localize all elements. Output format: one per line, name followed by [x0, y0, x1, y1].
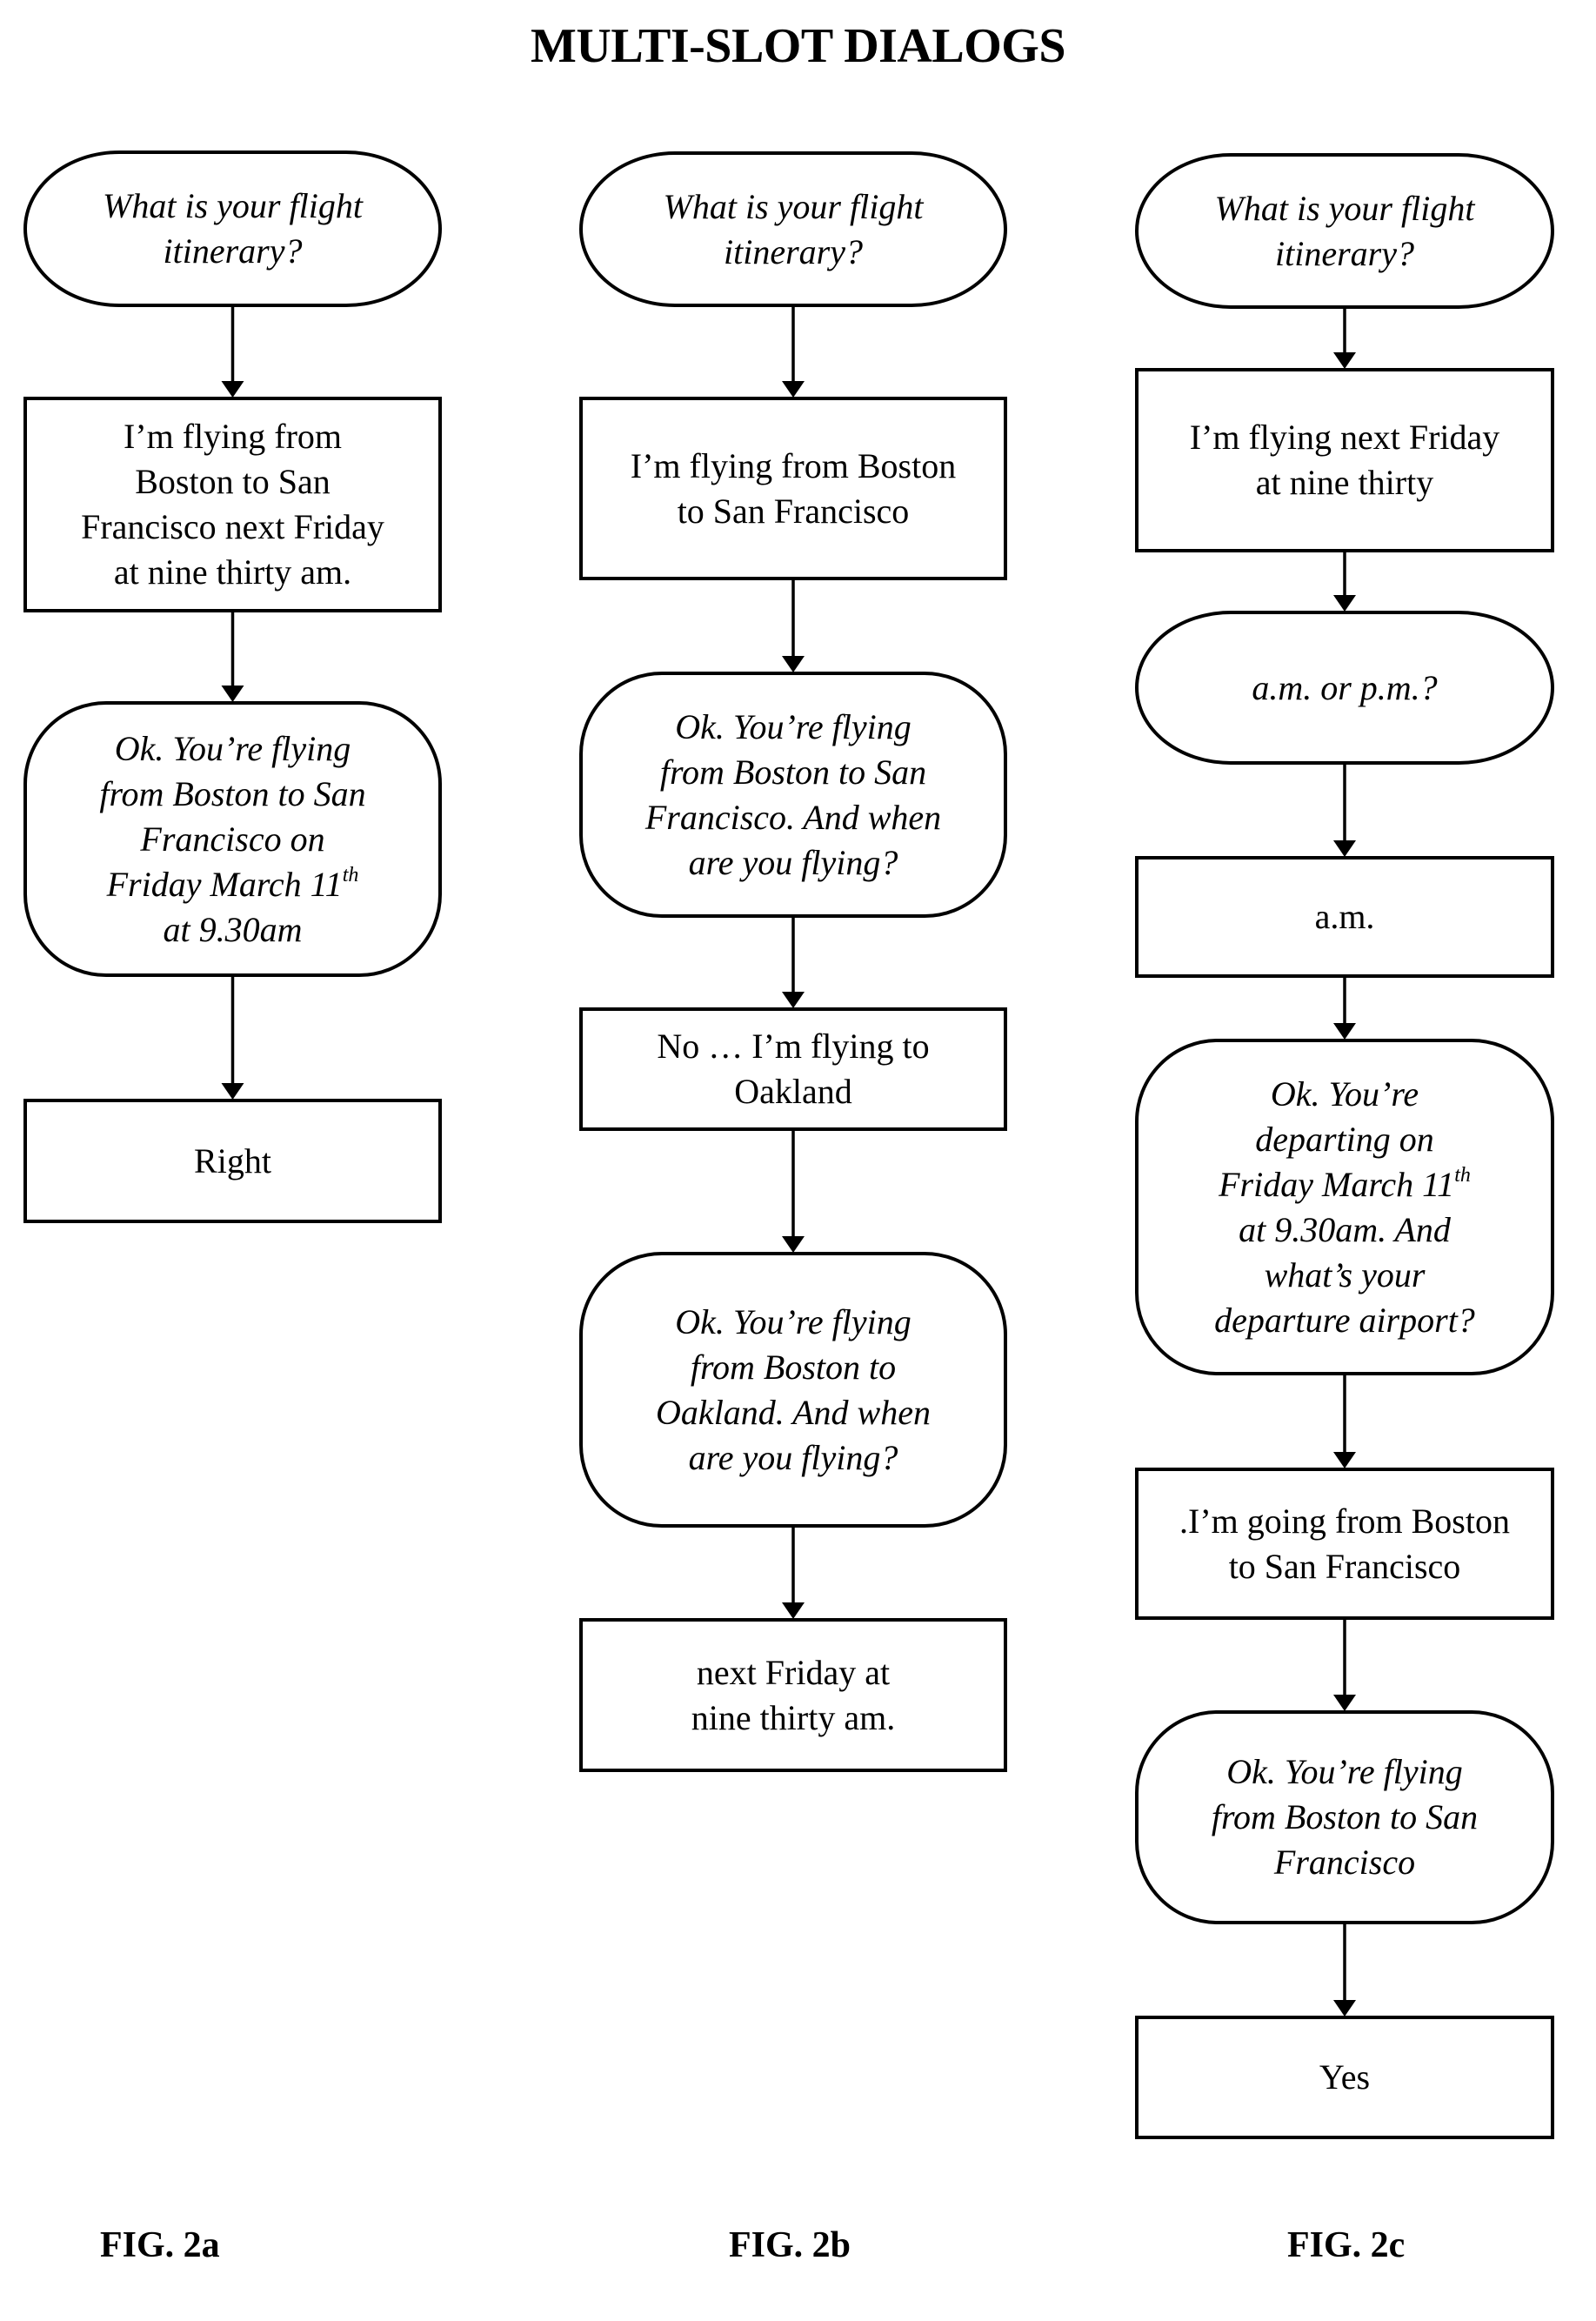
node-text-line: itinerary?: [1275, 233, 1414, 273]
node-text-line: are you flying?: [688, 1437, 898, 1477]
node-text-line: what’s your: [1264, 1254, 1426, 1294]
node-text-line: at 9.30am: [163, 909, 303, 949]
node-text-line: I’m flying from: [123, 417, 343, 456]
user-response-node: I’m flying from Boston to San Francisco: [579, 397, 1007, 580]
node-text-line: Ok. You’re: [1270, 1074, 1419, 1114]
node-text-line: itinerary?: [724, 231, 863, 271]
arrowhead-icon: [1333, 1452, 1356, 1468]
node-text-line: What is your flight: [663, 186, 924, 226]
system-prompt-node: What is your flight itinerary?: [1135, 153, 1554, 309]
node-text-line: a.m.: [1314, 897, 1375, 936]
node-text-line: What is your flight: [103, 186, 363, 225]
arrowhead-icon: [782, 381, 805, 398]
node-text-line: to San Francisco: [677, 491, 910, 531]
figure-label: FIG. 2a: [100, 2225, 220, 2265]
node-text-line: Oakland. And when: [656, 1392, 931, 1432]
node-text-line: at nine thirty: [1255, 463, 1434, 502]
node-text-line: are you flying?: [688, 842, 898, 882]
node-text-line: Ok. You’re flying: [114, 728, 351, 768]
node-text-line: Ok. You’re flying: [675, 706, 912, 746]
node-text-line: departure airport?: [1214, 1300, 1475, 1340]
node-text-line: Yes: [1319, 2057, 1371, 2097]
node-text-line: No … I’m flying to: [657, 1027, 930, 1066]
system-confirmation-node: Ok. You’re flying from Boston to San Franc…: [1135, 1710, 1554, 1924]
user-response-node: a.m.: [1135, 856, 1554, 978]
user-response-node: next Friday at nine thirty am.: [579, 1618, 1007, 1772]
arrowhead-icon: [782, 1236, 805, 1253]
system-confirmation-node: Ok. You’re flying from Boston to Oakland. …: [579, 1252, 1007, 1528]
node-text-line: Francisco: [1273, 1843, 1416, 1882]
arrowhead-icon: [221, 381, 244, 398]
system-confirmation-node: Ok. You’re departing on Friday March 11th a…: [1135, 1039, 1554, 1375]
node-text-line: Right: [194, 1140, 271, 1181]
node-text-line: departing on: [1255, 1119, 1434, 1159]
node-text-line: Francisco next Friday: [81, 507, 384, 546]
node-text-line: I’m flying next Friday: [1189, 418, 1500, 457]
node-text-line: a.m. or p.m.?: [1252, 667, 1438, 707]
arrowhead-icon: [782, 656, 805, 672]
arrowhead-icon: [1333, 352, 1356, 369]
ordinal-superscript: th: [342, 864, 359, 887]
arrowhead-icon: [1333, 595, 1356, 612]
user-response-node: Right: [23, 1099, 442, 1223]
node-text-line: I’m flying from Boston: [630, 445, 957, 485]
arrowhead-icon: [782, 1602, 805, 1619]
system-confirmation-node: Ok. You’re flying from Boston to San Franc…: [579, 672, 1007, 918]
node-text-line: Boston to San: [135, 462, 331, 501]
node-text-line: at nine thirty am.: [113, 552, 352, 592]
node-text-line: from Boston to San: [99, 773, 366, 813]
node-text-line: itinerary?: [163, 231, 303, 271]
figure-label: FIG. 2b: [729, 2225, 851, 2265]
node-text-line: Oakland: [734, 1072, 852, 1111]
node-text-line: Friday March 11th: [106, 864, 359, 904]
node-text-line: from Boston to San: [659, 752, 927, 792]
user-response-node: I’m flying from Boston to San Francisco ne…: [23, 397, 442, 612]
node-text-line: .I’m going from Boston: [1179, 1501, 1510, 1541]
figure-label: FIG. 2c: [1287, 2225, 1406, 2265]
node-text-line: Ok. You’re flying: [1226, 1752, 1463, 1791]
diagram-title: MULTI-SLOT DIALOGS: [531, 19, 1065, 73]
arrowhead-icon: [1333, 1695, 1356, 1711]
user-response-node: No … I’m flying to Oakland: [579, 1007, 1007, 1131]
user-response-node: Yes: [1135, 2016, 1554, 2139]
node-text-line: from Boston to: [690, 1347, 897, 1387]
node-text-line: What is your flight: [1214, 188, 1475, 228]
system-confirmation-node: Ok. You’re flying from Boston to San Franc…: [23, 701, 442, 977]
arrowhead-icon: [1333, 2000, 1356, 2017]
system-prompt-node: What is your flight itinerary?: [579, 151, 1007, 307]
arrowhead-icon: [1333, 840, 1356, 857]
node-text-line: nine thirty am.: [691, 1697, 896, 1737]
node-text-line: Friday March 11th: [1219, 1164, 1471, 1204]
node-text-line: next Friday at: [696, 1652, 891, 1692]
node-text-line: to San Francisco: [1228, 1546, 1461, 1586]
system-prompt-node: a.m. or p.m.?: [1135, 611, 1554, 765]
node-text-line: Francisco. And when: [644, 797, 942, 837]
node-text-line: from Boston to San: [1211, 1797, 1479, 1836]
arrowhead-icon: [1333, 1023, 1356, 1040]
node-text-line: at 9.30am. And: [1239, 1209, 1451, 1249]
arrowhead-icon: [782, 992, 805, 1008]
node-text-line: Ok. You’re flying: [675, 1301, 912, 1341]
system-prompt-node: What is your flight itinerary?: [23, 150, 442, 307]
ordinal-superscript: th: [1454, 1164, 1471, 1187]
arrowhead-icon: [221, 686, 244, 702]
node-text-line: Francisco on: [140, 819, 325, 859]
user-response-node: .I’m going from Boston to San Francisco: [1135, 1468, 1554, 1620]
arrowhead-icon: [221, 1083, 244, 1100]
user-response-node: I’m flying next Friday at nine thirty: [1135, 368, 1554, 552]
